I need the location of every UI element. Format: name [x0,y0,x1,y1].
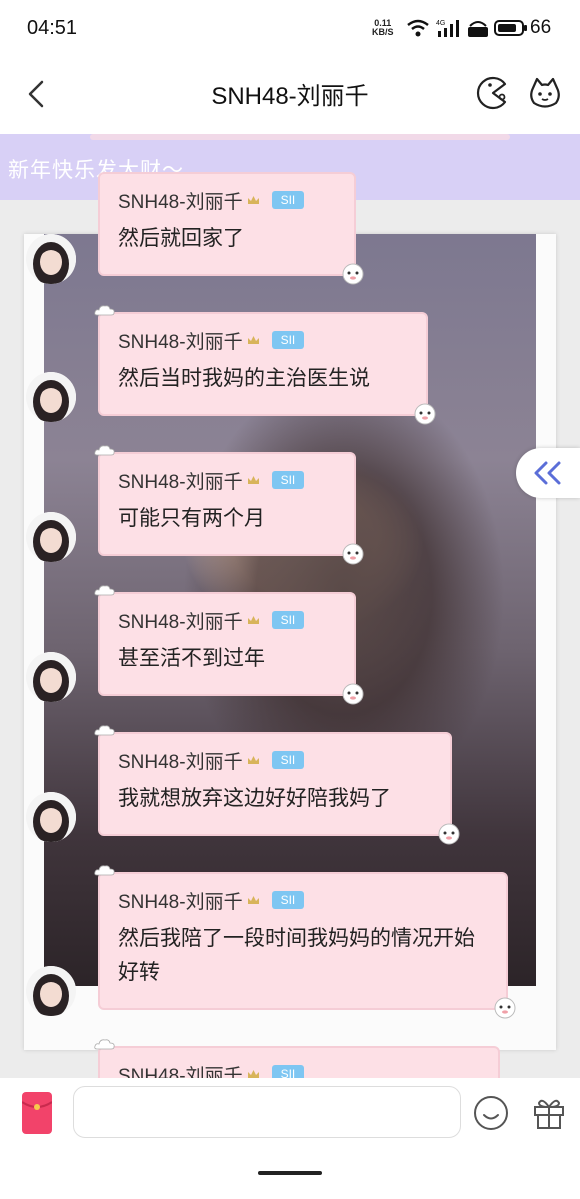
pet-sticker-icon [342,263,364,285]
team-badge: SII [271,611,305,629]
message-bubble[interactable]: SNH48-刘丽千 SII 我就想放弃这边好好陪我妈了 [94,725,460,845]
team-badge: SII [271,891,305,909]
message-bubble[interactable]: SNH48-刘丽千 SII 然后当时我妈的主治医生说 [94,305,436,425]
sender-avatar[interactable] [26,652,76,702]
cloud-decoration-icon [94,725,115,736]
message-bubble[interactable]: SNH48-刘丽千 SII 然后我陪了一段时间我妈妈的情况开始好转 [94,865,516,1019]
sender-name: SNH48-刘丽千 [118,611,243,633]
sender-name: SNH48-刘丽千 [118,331,243,353]
message-sender: SNH48-刘丽千 SII [118,188,336,213]
sender-avatar[interactable] [26,372,76,422]
net-speed: 0.11 KB/S [372,19,394,37]
crown-icon [247,616,259,624]
home-indicator[interactable] [258,1171,322,1175]
message-text: 然后当时我妈的主治医生说 [118,367,370,390]
sender-avatar[interactable] [26,792,76,842]
message-text: 我就想放弃这边好好陪我妈了 [118,787,391,810]
crown-icon [247,196,259,204]
net-speed-unit: KB/S [372,27,394,37]
gift-button[interactable] [530,1093,568,1131]
crown-icon [247,896,259,904]
avatar-image [26,372,76,422]
red-packet-icon [21,1101,53,1110]
message-sender: SNH48-刘丽千 SII [118,468,336,493]
sender-avatar[interactable] [26,966,76,1016]
cloud-decoration-icon [94,445,115,456]
sender-name: SNH48-刘丽千 [118,471,243,493]
avatar-image [26,966,76,1016]
message-input[interactable] [73,1086,461,1138]
previous-bubble-edge [90,134,510,140]
side-expand-button[interactable] [516,448,580,498]
pacman-icon[interactable] [474,74,512,112]
team-badge: SII [271,751,305,769]
chat-area[interactable]: 新年快乐发大财～ SNH48-刘丽千 SII 然后就回家了 SNH48-刘丽千 … [0,134,580,1078]
sender-name: SNH48-刘丽千 [118,891,243,913]
hd-call-icon [468,21,488,37]
message-bubble[interactable]: SNH48-刘丽千 SII [94,1039,500,1078]
team-badge: SII [271,1065,305,1078]
message-text: 然后我陪了一段时间我妈妈的情况开始好转 [118,927,475,984]
status-bar: 04:51 0.11 KB/S 4G 66 [0,0,580,58]
cloud-decoration-icon [94,865,115,876]
battery-icon [494,20,527,36]
pet-face-icon[interactable] [526,74,564,112]
message-text: 然后就回家了 [118,227,244,250]
crown-icon [247,476,259,484]
crown-icon [247,336,259,344]
network-type-label: 4G [436,20,445,27]
sender-name: SNH48-刘丽千 [118,751,243,773]
team-badge: SII [271,191,305,209]
avatar-image [26,234,76,284]
input-bar [0,1078,580,1199]
battery-level: 66 [530,17,552,38]
signal-icon: 4G [436,20,459,37]
pet-sticker-icon [342,543,364,565]
smiley-icon [474,1096,508,1130]
red-packet-button[interactable] [21,1092,53,1134]
crown-icon [247,1070,259,1078]
message-bubble[interactable]: SNH48-刘丽千 SII 可能只有两个月 [94,445,364,565]
message-bubble[interactable]: SNH48-刘丽千 SII 甚至活不到过年 [94,585,364,705]
avatar-image [26,512,76,562]
sender-avatar[interactable] [26,512,76,562]
message-text: 甚至活不到过年 [118,647,265,670]
team-badge: SII [271,471,305,489]
team-badge: SII [271,331,305,349]
cloud-decoration-icon [94,1039,115,1050]
double-chevron-left-icon [534,461,561,485]
message-bubble[interactable]: SNH48-刘丽千 SII 然后就回家了 [98,172,364,285]
pet-sticker-icon [342,683,364,705]
crown-icon [247,756,259,764]
message-sender: SNH48-刘丽千 SII [118,748,432,773]
avatar-image [26,792,76,842]
message-sender: SNH48-刘丽千 SII [118,328,408,353]
status-time: 04:51 [27,17,78,39]
message-text: 可能只有两个月 [118,507,265,530]
cloud-decoration-icon [94,305,115,316]
message-sender: SNH48-刘丽千 SII [118,1062,480,1078]
chat-header: SNH48-刘丽千 [0,58,580,134]
sender-name: SNH48-刘丽千 [118,191,243,213]
pet-sticker-icon [438,823,460,845]
message-sender: SNH48-刘丽千 SII [118,888,488,913]
message-sender: SNH48-刘丽千 SII [118,608,336,633]
sender-name: SNH48-刘丽千 [118,1065,243,1079]
emoji-button[interactable] [472,1094,510,1132]
wifi-icon [407,19,429,37]
cloud-decoration-icon [94,585,115,596]
avatar-image [26,652,76,702]
pet-sticker-icon [494,997,516,1019]
sender-avatar[interactable] [26,234,76,284]
pet-sticker-icon [414,403,436,425]
